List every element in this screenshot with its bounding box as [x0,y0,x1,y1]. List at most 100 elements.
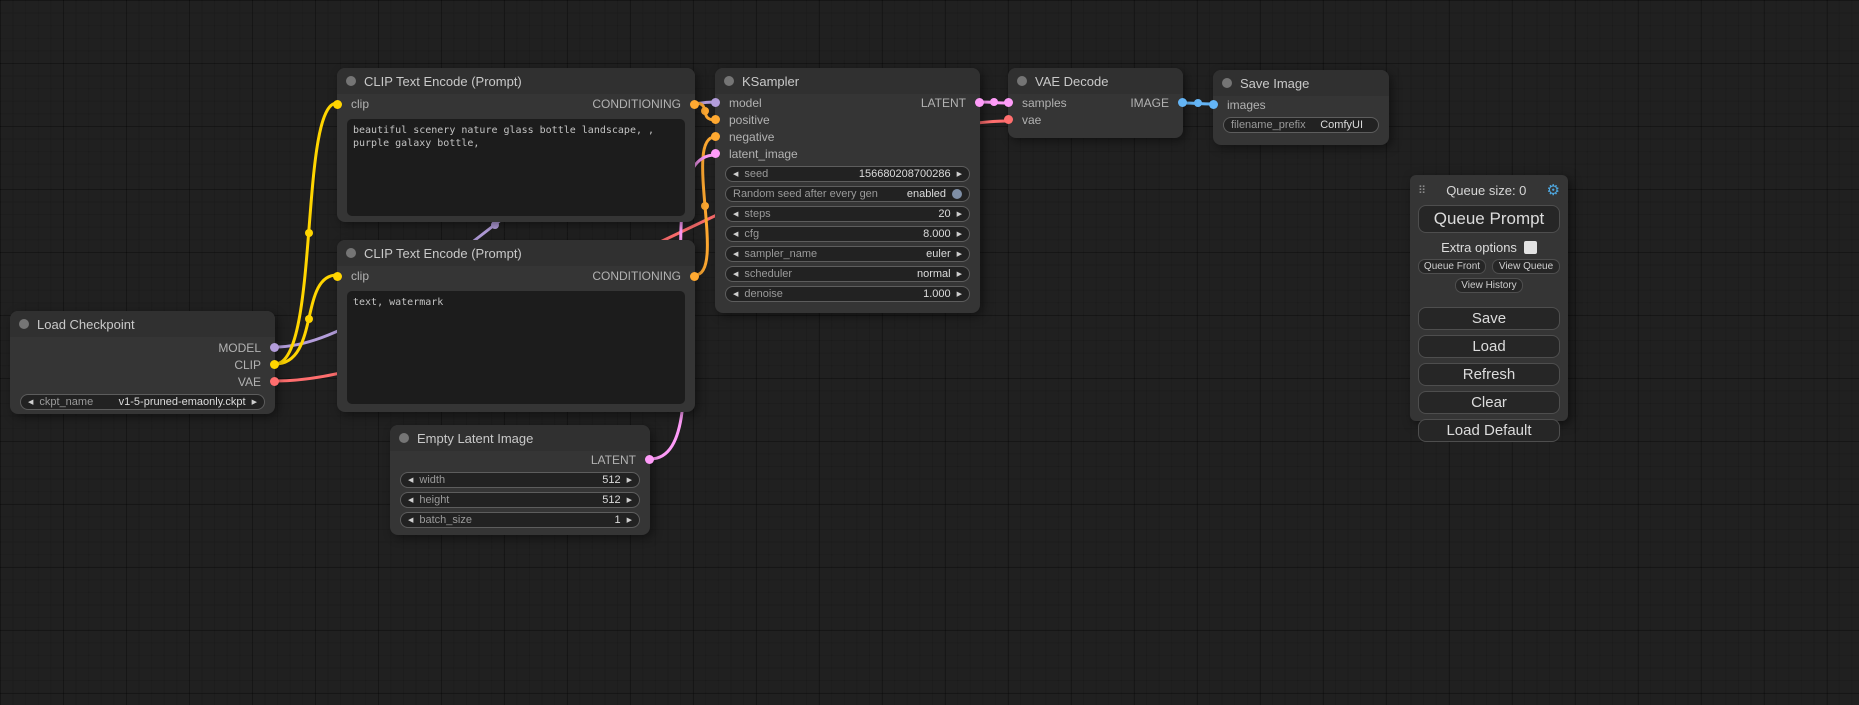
output-dot-model[interactable] [270,343,279,352]
drag-handle-icon[interactable]: ⠿ [1418,184,1426,197]
node-title-bar[interactable]: CLIP Text Encode (Prompt) [337,68,695,94]
input-dot-latent-image[interactable] [711,149,720,158]
collapse-dot-icon[interactable] [399,433,409,443]
queue-front-button[interactable]: Queue Front [1418,259,1486,274]
decrement-icon[interactable]: ◀ [28,399,33,406]
node-load-checkpoint[interactable]: Load Checkpoint MODEL CLIP VAE ◀ ckpt_na… [10,311,275,414]
node-title: Save Image [1240,76,1309,91]
increment-icon[interactable]: ▶ [957,231,962,238]
node-title-bar[interactable]: CLIP Text Encode (Prompt) [337,240,695,266]
widget-label: sampler_name [744,249,817,260]
input-dot-negative[interactable] [711,132,720,141]
input-dot-model[interactable] [711,98,720,107]
wire-midpoint-dot [701,107,709,115]
output-dot-conditioning[interactable] [690,272,699,281]
prompt-textarea[interactable]: beautiful scenery nature glass bottle la… [347,119,685,216]
node-empty-latent-image[interactable]: Empty Latent Image LATENT ◀ width 512 ▶ … [390,425,650,535]
wire-midpoint-dot [701,202,709,210]
input-dot-clip[interactable] [333,100,342,109]
sampler-name-widget[interactable]: ◀ sampler_name euler ▶ [725,246,970,262]
output-dot-image[interactable] [1178,98,1187,107]
cfg-widget[interactable]: ◀ cfg 8.000 ▶ [725,226,970,242]
decrement-icon[interactable]: ◀ [733,171,738,178]
view-queue-button[interactable]: View Queue [1492,259,1560,274]
increment-icon[interactable]: ▶ [252,399,257,406]
toggle-knob-icon[interactable] [952,189,962,199]
output-dot-conditioning[interactable] [690,100,699,109]
extra-options-checkbox[interactable] [1524,241,1537,254]
decrement-icon[interactable]: ◀ [733,231,738,238]
slot-row-samples-image: samples IMAGE [1008,94,1183,111]
output-dot-latent[interactable] [975,98,984,107]
collapse-dot-icon[interactable] [1222,78,1232,88]
node-title-bar[interactable]: Empty Latent Image [390,425,650,451]
graph-canvas[interactable]: Load Checkpoint MODEL CLIP VAE ◀ ckpt_na… [0,0,1859,705]
node-title-bar[interactable]: VAE Decode [1008,68,1183,94]
ckpt-name-widget[interactable]: ◀ ckpt_name v1-5-pruned-emaonly.ckpt ▶ [20,394,265,410]
node-vae-decode[interactable]: VAE Decode samples IMAGE vae [1008,68,1183,138]
queue-panel-header: ⠿ Queue size: 0 ⚙ [1410,175,1568,201]
decrement-icon[interactable]: ◀ [733,211,738,218]
increment-icon[interactable]: ▶ [957,211,962,218]
denoise-widget[interactable]: ◀ denoise 1.000 ▶ [725,286,970,302]
queue-prompt-button[interactable]: Queue Prompt [1418,205,1560,233]
increment-icon[interactable]: ▶ [627,477,632,484]
decrement-icon[interactable]: ◀ [408,497,413,504]
load-button[interactable]: Load [1418,335,1560,358]
widget-label: steps [744,209,770,220]
output-dot-clip[interactable] [270,360,279,369]
output-dot-latent[interactable] [645,455,654,464]
save-button[interactable]: Save [1418,307,1560,330]
height-widget[interactable]: ◀ height 512 ▶ [400,492,640,508]
batch-size-widget[interactable]: ◀ batch_size 1 ▶ [400,512,640,528]
node-clip-text-encode-positive[interactable]: CLIP Text Encode (Prompt) clip CONDITION… [337,68,695,222]
collapse-dot-icon[interactable] [1017,76,1027,86]
decrement-icon[interactable]: ◀ [408,517,413,524]
increment-icon[interactable]: ▶ [957,291,962,298]
decrement-icon[interactable]: ◀ [733,251,738,258]
view-history-button[interactable]: View History [1455,278,1523,293]
increment-icon[interactable]: ▶ [627,517,632,524]
node-title: CLIP Text Encode (Prompt) [364,246,522,261]
increment-icon[interactable]: ▶ [957,271,962,278]
collapse-dot-icon[interactable] [346,76,356,86]
collapse-dot-icon[interactable] [346,248,356,258]
widget-value: 20 [938,209,950,220]
input-dot-positive[interactable] [711,115,720,124]
refresh-button[interactable]: Refresh [1418,363,1560,386]
random-seed-toggle-widget[interactable]: Random seed after every gen enabled [725,186,970,202]
scheduler-widget[interactable]: ◀ scheduler normal ▶ [725,266,970,282]
input-dot-clip[interactable] [333,272,342,281]
node-title-bar[interactable]: KSampler [715,68,980,94]
widget-value: v1-5-pruned-emaonly.ckpt [119,397,246,408]
node-title-bar[interactable]: Load Checkpoint [10,311,275,337]
input-dot-samples[interactable] [1004,98,1013,107]
settings-gear-icon[interactable]: ⚙ [1547,181,1560,199]
decrement-icon[interactable]: ◀ [408,477,413,484]
input-dot-images[interactable] [1209,100,1218,109]
node-title-bar[interactable]: Save Image [1213,70,1389,96]
increment-icon[interactable]: ▶ [957,171,962,178]
width-widget[interactable]: ◀ width 512 ▶ [400,472,640,488]
clear-button[interactable]: Clear [1418,391,1560,414]
decrement-icon[interactable]: ◀ [733,291,738,298]
seed-widget[interactable]: ◀ seed 156680208700286 ▶ [725,166,970,182]
load-default-button[interactable]: Load Default [1418,419,1560,442]
node-save-image[interactable]: Save Image images filename_prefix ComfyU… [1213,70,1389,145]
node-ksampler[interactable]: KSampler model LATENT positive negative … [715,68,980,313]
prompt-textarea[interactable]: text, watermark [347,291,685,404]
increment-icon[interactable]: ▶ [957,251,962,258]
node-clip-text-encode-negative[interactable]: CLIP Text Encode (Prompt) clip CONDITION… [337,240,695,412]
slot-row-model-latent: model LATENT [715,94,980,111]
output-dot-vae[interactable] [270,377,279,386]
wire-midpoint-dot [305,229,313,237]
slot-label-model: MODEL [218,341,261,355]
steps-widget[interactable]: ◀ steps 20 ▶ [725,206,970,222]
collapse-dot-icon[interactable] [724,76,734,86]
widget-label: seed [744,169,768,180]
increment-icon[interactable]: ▶ [627,497,632,504]
collapse-dot-icon[interactable] [19,319,29,329]
input-dot-vae[interactable] [1004,115,1013,124]
decrement-icon[interactable]: ◀ [733,271,738,278]
filename-prefix-widget[interactable]: filename_prefix ComfyUI [1223,117,1379,133]
